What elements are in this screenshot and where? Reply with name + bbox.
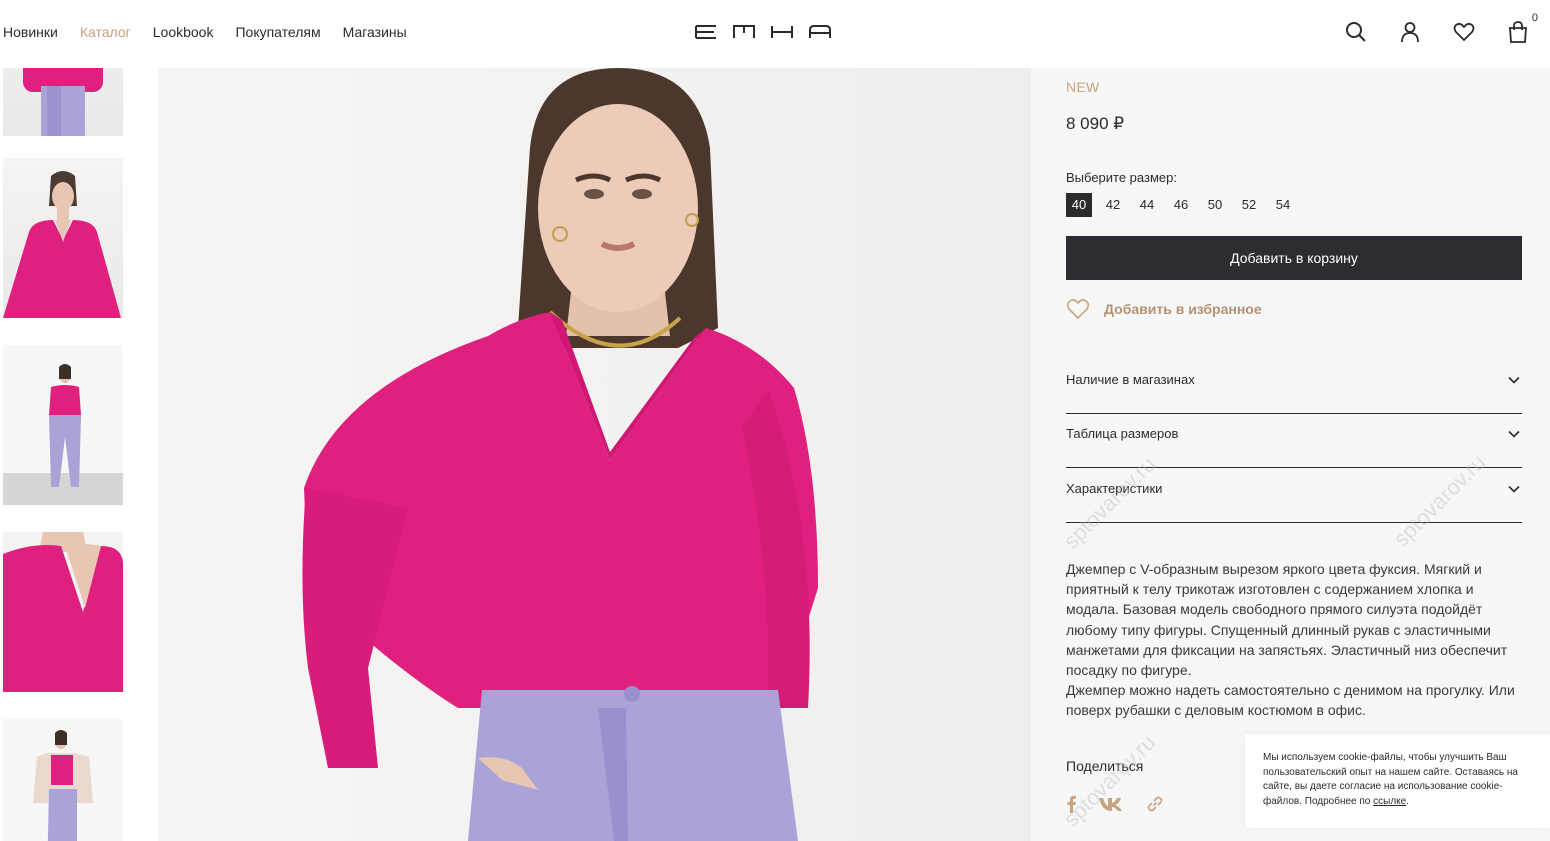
nav-item-lookbook[interactable]: Lookbook [153,23,214,41]
vk-icon[interactable] [1098,795,1124,813]
logo-letter-k [771,26,793,38]
thumbnail-5-image [33,730,93,841]
size-option-54[interactable]: 54 [1270,193,1296,217]
site-header: Новинки Каталог Lookbook Покупателям Маг… [0,0,1550,68]
thumbnail-3-image [49,364,81,487]
nav-item-new[interactable]: Новинки [3,23,58,41]
size-label: Выберите размер: [1066,170,1177,185]
cart-button[interactable]: 0 [1504,12,1538,46]
logo-letter-e [695,25,716,39]
heart-icon [1453,22,1475,42]
size-option-50[interactable]: 50 [1202,193,1228,217]
size-selector: 40 42 44 46 50 52 54 [1066,193,1296,217]
cookie-notice: Мы используем cookie-файлы, чтобы улучши… [1245,734,1550,828]
add-to-favorites-label: Добавить в избранное [1104,301,1262,317]
cookie-text-end: . [1406,795,1410,807]
size-option-52[interactable]: 52 [1236,193,1262,217]
accordion-size-chart-label: Таблица размеров [1066,426,1179,441]
thumbnail-3[interactable] [3,345,123,505]
thumbnail-4[interactable] [3,532,123,692]
size-option-46[interactable]: 46 [1168,193,1194,217]
main-nav: Новинки Каталог Lookbook Покупателям Маг… [3,23,429,41]
accordion-size-chart[interactable]: Таблица размеров [1066,414,1522,468]
logo-letter-a [809,25,831,38]
brand-logo[interactable] [694,24,832,40]
favorites-button[interactable] [1450,18,1478,46]
new-badge: NEW [1066,79,1100,95]
model-photo [158,68,1031,841]
search-icon [1346,22,1366,42]
accordion-store-availability-label: Наличие в магазинах [1066,372,1195,387]
size-option-40[interactable]: 40 [1066,193,1092,217]
facebook-icon[interactable] [1066,795,1076,813]
heart-outline-icon [1066,299,1090,320]
search-button[interactable] [1342,18,1370,46]
product-price: 8 090 ₽ [1066,114,1125,133]
chevron-down-icon [1508,376,1520,384]
thumbnail-2[interactable] [3,158,123,318]
logo-letter-m [733,25,755,38]
size-option-44[interactable]: 44 [1134,193,1160,217]
link-icon[interactable] [1146,795,1164,813]
nav-item-stores[interactable]: Магазины [343,23,407,41]
description-paragraph-1: Джемпер с V-образным вырезом яркого цвет… [1066,561,1508,679]
thumbnail-2-image [3,171,121,318]
thumbnail-4-image [3,532,123,692]
nav-item-catalog[interactable]: Каталог [80,23,131,41]
accordion-characteristics-label: Характеристики [1066,481,1163,496]
product-page: Новинки Каталог Lookbook Покупателям Маг… [0,0,1550,841]
main-product-image[interactable] [158,68,1031,841]
chevron-down-icon [1508,485,1520,493]
user-icon [1401,22,1419,43]
nav-item-customers[interactable]: Покупателям [235,23,320,41]
share-icons [1066,795,1164,813]
accordion-characteristics[interactable]: Характеристики [1066,469,1522,523]
cart-count-badge: 0 [1531,12,1538,24]
share-label: Поделиться [1066,758,1144,774]
add-to-cart-button[interactable]: Добавить в корзину [1066,236,1522,280]
account-button[interactable] [1396,18,1424,46]
description-paragraph-2: Джемпер можно надеть самостоятельно с де… [1066,682,1515,719]
add-to-favorites-link[interactable]: Добавить в избранное [1066,298,1262,320]
chevron-down-icon [1508,430,1520,438]
accordion-store-availability[interactable]: Наличие в магазинах [1066,360,1522,414]
product-description: Джемпер с V-образным вырезом яркого цвет… [1066,559,1522,721]
header-actions: 0 [1342,12,1538,46]
gallery-gap [123,68,158,841]
bag-icon [1509,21,1527,43]
thumbnail-5[interactable] [3,719,123,841]
size-option-42[interactable]: 42 [1100,193,1126,217]
cookie-policy-link[interactable]: ссылке [1373,796,1406,807]
